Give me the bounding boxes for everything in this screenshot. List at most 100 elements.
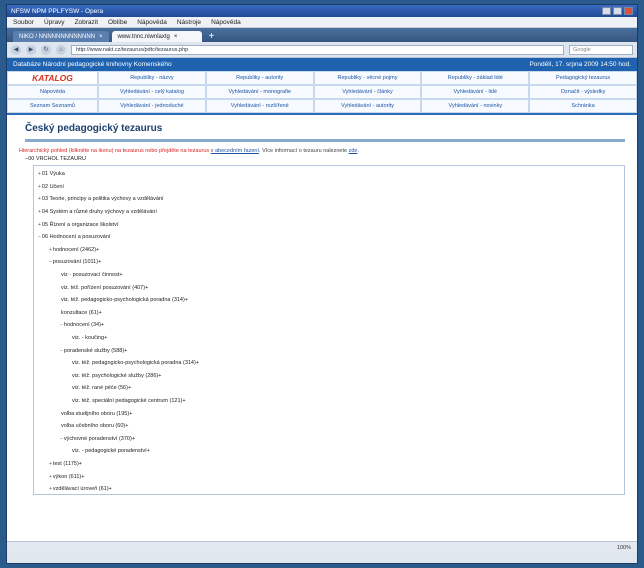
expand-toggle-icon[interactable]: +: [49, 474, 52, 480]
page-content: Databáze Národní pedagogické knihovny Ko…: [7, 58, 637, 553]
back-icon[interactable]: ◀: [11, 44, 21, 55]
info-link[interactable]: zde: [349, 148, 358, 154]
tree-node[interactable]: +05 Řízení a organizace školství: [38, 218, 620, 231]
tree-node[interactable]: viz. též. pedagogicko-psychologická pora…: [38, 294, 620, 307]
nav-link[interactable]: Vyhledávání - rozšířené: [205, 99, 314, 113]
tree-node-label: 02 Učení: [41, 183, 64, 190]
tree-node[interactable]: +04 Systém a různé druhy výchovy a vzděl…: [38, 206, 620, 219]
expand-toggle-icon[interactable]: +: [38, 222, 41, 228]
nav-link[interactable]: Schránka: [529, 99, 637, 113]
nav-link[interactable]: Republiky - autority: [205, 71, 314, 85]
forward-icon[interactable]: ▶: [26, 44, 36, 55]
tree-node[interactable]: + test (1175)+: [38, 458, 620, 471]
nav-link[interactable]: Označit - výsledky: [529, 85, 637, 99]
expand-toggle-icon[interactable]: −: [60, 436, 63, 442]
menu-item[interactable]: Oblíbe: [108, 19, 127, 26]
tree-node[interactable]: volba učebního oboru (60)+: [38, 420, 620, 433]
expand-toggle-icon[interactable]: +: [38, 209, 41, 215]
nav-link[interactable]: Vyhledávání - lidé: [421, 85, 530, 99]
tree-node[interactable]: + výkon (611)+: [38, 470, 620, 483]
tree-node[interactable]: +02 Učení: [38, 181, 620, 194]
expand-toggle-icon[interactable]: −: [60, 322, 63, 328]
expand-toggle-icon[interactable]: +: [49, 486, 52, 492]
nav-link[interactable]: Nápověda: [7, 85, 98, 99]
tree-node-label: viz. též. pedagogicko-psychologická pora…: [61, 297, 189, 304]
expand-toggle-icon[interactable]: −: [60, 348, 63, 354]
site-header-left: Databáze Národní pedagogické knihovny Ko…: [13, 61, 172, 68]
tree-root[interactable]: −00 VRCHOL TEZAURU: [25, 156, 625, 162]
tree-node[interactable]: + hodnocení (2462)+: [38, 244, 620, 257]
search-input[interactable]: Google: [569, 44, 633, 55]
nav-link[interactable]: Vyhledávání - monografie: [205, 85, 314, 99]
menu-item[interactable]: Nápověda: [137, 19, 167, 26]
window-controls: [602, 7, 633, 15]
expand-toggle-icon[interactable]: +: [38, 196, 41, 202]
expand-toggle-icon[interactable]: +: [38, 171, 41, 177]
browser-window: NFSW NPM PPLFYSW - Opera Soubor Úpravy Zob…: [6, 4, 638, 564]
tree-node[interactable]: viz - posuzovací činnost+: [38, 269, 620, 282]
address-bar[interactable]: http://www.nakt.cz/tezaurus/pdtc/tezauru…: [71, 44, 564, 55]
tree-node[interactable]: − posuzování (1011)+: [38, 256, 620, 269]
tree-node[interactable]: − poradenské služby (588)+: [38, 344, 620, 357]
menu-item[interactable]: Úpravy: [44, 19, 65, 26]
tab-label: NIKO / NNNNNNNNNNNNN: [19, 33, 95, 40]
tab-bar: NIKO / NNNNNNNNNNNNN × www.tnnc.niwnlaxt…: [7, 28, 637, 42]
tree-node[interactable]: − hodnocení (34)+: [38, 319, 620, 332]
nav-link[interactable]: Vyhledávání - články: [313, 85, 422, 99]
nav-link[interactable]: Vyhledávání - novinky: [421, 99, 530, 113]
maximize-button[interactable]: [613, 7, 622, 15]
tree-node-label: viz. též. pedagogicko-psychologická pora…: [72, 360, 200, 367]
expand-toggle-icon[interactable]: −: [38, 234, 41, 240]
tree-node[interactable]: viz. též. psychologické služby (286)+: [38, 370, 620, 383]
menu-item[interactable]: Zobrazit: [75, 19, 98, 26]
tree-node[interactable]: volba studijního oboru (195)+: [38, 407, 620, 420]
close-window-button[interactable]: [624, 7, 633, 15]
close-tab-icon[interactable]: ×: [174, 34, 178, 40]
tree-node[interactable]: − výchovné poradenství (370)+: [38, 432, 620, 445]
expand-toggle-icon[interactable]: +: [49, 461, 52, 467]
page-title: Český pedagogický tezaurus: [25, 123, 625, 142]
reload-icon[interactable]: ↻: [41, 44, 51, 55]
katalog-logo[interactable]: KATALOG: [7, 71, 98, 85]
tree-node-label: viz. též. speciální pedagogické centrum …: [72, 397, 186, 404]
alphabetical-link[interactable]: v abecedním řazení: [211, 148, 259, 154]
zoom-level[interactable]: 100%: [617, 545, 631, 551]
expand-toggle-icon[interactable]: +: [38, 184, 41, 190]
tree-node-label: hodnocení (34)+: [63, 322, 105, 329]
tree-node[interactable]: viz. též. speciální pedagogické centrum …: [38, 395, 620, 408]
nav-link[interactable]: Republiky - věcné pojmy: [313, 71, 422, 85]
tree-node[interactable]: viz. též. rané péče (56)+: [38, 382, 620, 395]
tree-node[interactable]: viz. - koučing+: [38, 332, 620, 345]
menu-item[interactable]: Nástroje: [177, 19, 201, 26]
home-icon[interactable]: ⌂: [56, 44, 66, 55]
status-bar: 100%: [7, 541, 637, 553]
minimize-button[interactable]: [602, 7, 611, 15]
nav-link[interactable]: Pedagogický tezaurus: [529, 71, 637, 85]
nav-link[interactable]: Vyhledávání - jednoduché: [98, 99, 206, 113]
close-tab-icon[interactable]: ×: [99, 34, 103, 40]
menu-item[interactable]: Nápověda: [211, 19, 241, 26]
tree-node[interactable]: −06 Hodnocení a posuzování: [38, 231, 620, 244]
nav-link[interactable]: Republiky - základ lidé: [421, 71, 530, 85]
nav-link[interactable]: Republiky - názvy: [98, 71, 206, 85]
tree-node-label: konzultace (61)+: [61, 309, 102, 316]
tree-node[interactable]: viz. - pedagogické poradenství+: [38, 445, 620, 458]
tree-node[interactable]: +03 Teorie, principy a politika výchovy …: [38, 193, 620, 206]
tree-node[interactable]: viz. též. pedagogicko-psychologická pora…: [38, 357, 620, 370]
new-tab-icon[interactable]: +: [205, 31, 219, 42]
nav-link[interactable]: Vyhledávání - autority: [313, 99, 422, 113]
tab-0[interactable]: NIKO / NNNNNNNNNNNNN ×: [13, 31, 109, 42]
tree-node-label: viz. též. pořízení posuzování (407)+: [61, 284, 149, 291]
tree-node-label: test (1175)+: [52, 460, 83, 467]
tab-1[interactable]: www.tnnc.niwnlaxtg ×: [111, 31, 202, 42]
nav-link[interactable]: Vyhledávání - celý katalog: [98, 85, 206, 99]
tree-node[interactable]: +01 Výuka: [38, 168, 620, 181]
nav-link[interactable]: Seznam Seznamů: [7, 99, 98, 113]
expand-toggle-icon[interactable]: +: [49, 247, 52, 253]
menu-item[interactable]: Soubor: [13, 19, 34, 26]
tree-node[interactable]: konzultace (61)+: [38, 307, 620, 320]
tree-node[interactable]: viz. též. pořízení posuzování (407)+: [38, 281, 620, 294]
expand-toggle-icon[interactable]: −: [49, 259, 52, 265]
window-title: NFSW NPM PPLFYSW - Opera: [11, 7, 104, 15]
tree-node[interactable]: + vzdělávací úroveň (61)+: [38, 483, 620, 494]
